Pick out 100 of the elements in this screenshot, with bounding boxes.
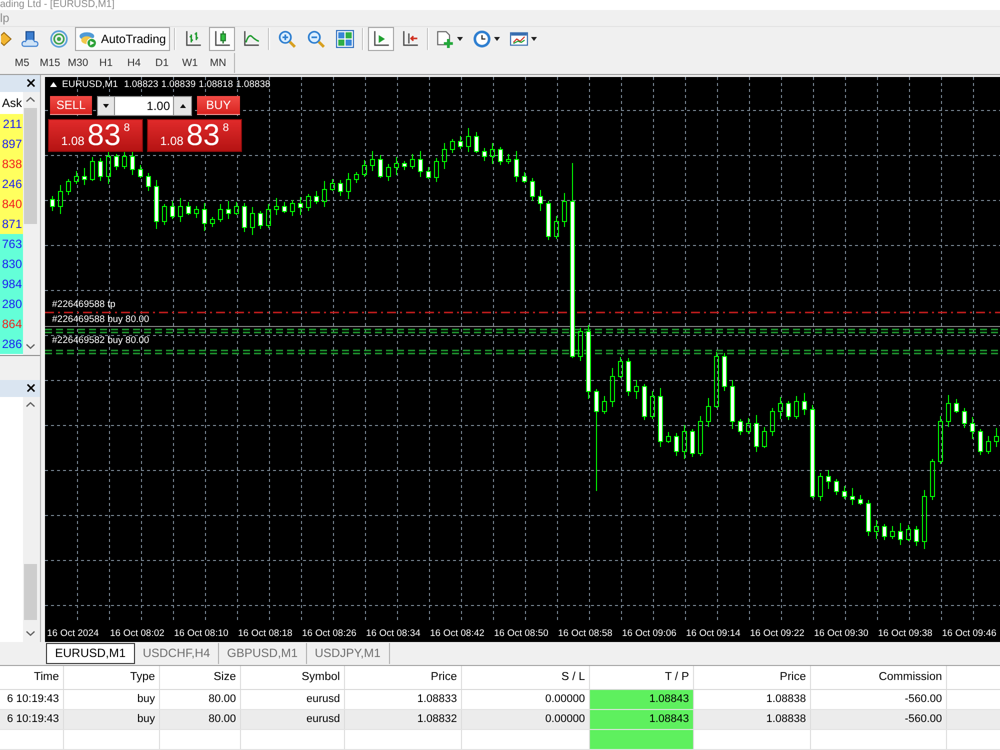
time-label: 16 Oct 08:42 [430,628,484,640]
table-cell: eurusd [241,690,345,709]
chart-tab[interactable]: EURUSD,M1 [46,642,135,664]
close-button[interactable] [25,382,37,394]
time-label: 16 Oct 08:50 [494,628,548,640]
ask-price: 286 [2,338,22,350]
table-cell: buy [64,690,160,709]
column-header: S / L [462,666,590,689]
buy-button[interactable]: BUY [197,96,240,116]
bar-chart-icon [184,30,202,48]
caret-icon [457,37,464,42]
timeframe-button[interactable]: H4 [120,52,148,74]
play-badge-icon [79,30,97,48]
time-label: 16 Oct 08:02 [110,628,164,640]
ask-price: 871 [2,218,22,230]
chart-shift-icon [372,30,390,48]
close-icon [27,384,35,392]
time-label: 16 Oct 08:10 [174,628,228,640]
time-label: 16 Oct 09:46 [942,628,996,640]
close-icon [27,79,35,88]
zoom-out-icon [306,30,325,48]
candlestick-icon [212,30,231,48]
document-plus-icon [436,30,454,48]
column-header: Ask [0,94,23,112]
ask-price: 897 [2,138,22,150]
column-header: T / P [590,666,694,689]
ask-price: 211 [2,118,22,130]
price-value: 1.08838 [236,80,270,90]
table-cell: 1.08832 [345,710,462,729]
table-cell: 80.00 [160,690,241,709]
collapse-button[interactable] [49,80,57,89]
autotrading-button[interactable]: AutoTrading [75,27,170,52]
time-label: 16 Oct 09:22 [750,628,804,640]
timeframe-button[interactable]: M30 [64,52,92,74]
ask-price: 280 [2,298,22,310]
table-cell: 6 10:19:43 [0,710,64,729]
column-header: Time [0,666,64,689]
timeframe-button[interactable]: M5 [8,52,36,74]
chart-window-icon [510,30,528,48]
ask-price: 984 [2,278,22,290]
line-chart-icon [242,30,260,48]
price-value: 1.08839 [161,80,196,90]
ask-price: 763 [2,238,22,250]
lot-increase-button[interactable] [173,96,192,116]
column-header: Commission [811,666,947,689]
scrollbar-thumb[interactable] [24,564,37,620]
timeframe-button[interactable]: M15 [36,52,64,74]
caret-icon [494,37,500,42]
time-label: 16 Oct 09:14 [686,628,740,640]
time-label: 16 Oct 09:30 [814,628,868,640]
column-header: Price [694,666,811,689]
timeframe-button[interactable]: D1 [148,52,176,74]
table-cell: 1.08838 [694,690,811,709]
table-cell: eurusd [241,710,345,729]
close-button[interactable] [25,77,37,90]
column-header: Type [64,666,160,689]
scrollbar-thumb[interactable] [24,108,37,224]
toolbar-button[interactable] [368,27,394,52]
table-cell: 1.08833 [345,690,462,709]
table-cell: 6 10:19:43 [0,690,64,709]
window-title: ading Ltd - [EURUSD,M1] [0,0,114,10]
table-cell: -560.00 [811,710,947,729]
chart-tab[interactable]: USDJPY,M1 [306,642,390,664]
ask-price: 246 [2,178,22,190]
sell-button[interactable]: SELL [50,96,92,116]
lot-decrease-button[interactable] [97,96,115,116]
tile-windows-icon [336,30,354,48]
clock-icon [473,30,492,48]
table-cell: 1.08843 [590,690,694,709]
caret-icon [531,37,538,42]
time-label: 16 Oct 08:58 [558,628,612,640]
lot-field[interactable]: 1.00 [115,96,173,116]
price-value: 1.08823 [124,80,158,90]
triangle-up-icon [180,104,186,108]
time-label: 16 Oct 08:26 [302,628,356,640]
chart-symbol: EURUSD,M1 [62,80,118,90]
zoom-in-icon [278,30,296,48]
auto-scroll-icon [400,30,419,48]
table-cell: 80.00 [160,710,241,729]
price-value: 1.08818 [198,80,233,90]
ask-price: 840 [2,198,22,210]
tag-icon [1,31,12,48]
chevron-down-icon [26,344,35,350]
signal-icon [50,30,68,48]
time-label: 16 Oct 08:34 [366,628,420,640]
chart-tab[interactable]: USDCHF,H4 [134,642,220,664]
triangle-up-icon [50,82,56,88]
timeframe-button[interactable]: W1 [176,52,204,74]
table-cell: buy [64,710,160,729]
timeframe-button[interactable]: H1 [92,52,120,74]
column-header: Size [160,666,241,689]
chevron-up-icon [26,97,35,102]
table-cell: 1.08838 [694,710,811,729]
ask-price: 864 [2,318,22,330]
timeframe-button[interactable]: MN [204,52,232,74]
table-cell: -560.00 [811,690,947,709]
time-label: 16 Oct 08:18 [238,628,292,640]
toolbar-button[interactable] [208,27,235,52]
chevron-up-icon [26,402,35,408]
chart-tab[interactable]: GBPUSD,M1 [219,642,307,664]
